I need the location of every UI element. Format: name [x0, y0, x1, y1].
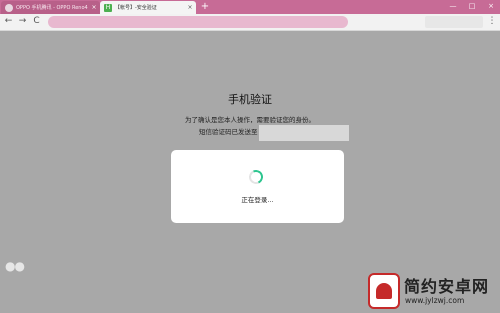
android-robot-icon [376, 283, 392, 299]
android-logo-icon [368, 273, 400, 309]
browser-toolbar: ← → C ⋮ [0, 14, 500, 31]
tab-close-icon[interactable]: × [186, 4, 194, 11]
browser-menu-icon[interactable]: ⋮ [487, 15, 497, 28]
tab-title: 【帐号】-安全验证 [115, 5, 157, 11]
loading-spinner-icon [247, 168, 265, 186]
minimize-icon[interactable]: — [446, 0, 460, 14]
reload-icon[interactable]: C [30, 15, 43, 28]
back-icon[interactable]: ← [2, 15, 15, 28]
loading-text: 正在登录... [241, 196, 274, 204]
new-tab-button[interactable]: + [199, 1, 211, 13]
tab-close-icon[interactable]: × [90, 4, 98, 11]
address-bar[interactable] [48, 16, 348, 28]
verification-description: 为了确认是您本人操作，需要验证您的身份。 [185, 116, 315, 124]
redacted-phone-number [259, 125, 349, 141]
page-title: 手机验证 [228, 93, 272, 106]
tab-security-verification[interactable]: H 【帐号】-安全验证 × [100, 1, 196, 14]
site-favicon-icon [5, 3, 13, 12]
tab-title: OPPO 手机腾讯 - OPPO Reno4 [16, 5, 88, 11]
maximize-icon[interactable]: □ [465, 0, 479, 14]
decorative-bubble-icon: ●● [5, 259, 25, 273]
watermark-title: 简约安卓网 [404, 277, 490, 296]
forward-icon[interactable]: → [16, 15, 29, 28]
watermark-url: www.jylzwj.com [405, 296, 465, 305]
extension-area[interactable] [425, 16, 483, 28]
site-favicon-icon: H [104, 3, 112, 12]
browser-tab-bar: OPPO 手机腾讯 - OPPO Reno4 × H 【帐号】-安全验证 × +… [0, 0, 500, 14]
loading-dialog: 正在登录... [171, 150, 344, 223]
tab-oppo[interactable]: OPPO 手机腾讯 - OPPO Reno4 × [1, 1, 100, 14]
sms-sent-label: 短信验证码已发送至 [199, 128, 258, 136]
watermark-logo: 简约安卓网 www.jylzwj.com [357, 268, 500, 313]
window-close-icon[interactable]: × [484, 0, 498, 14]
